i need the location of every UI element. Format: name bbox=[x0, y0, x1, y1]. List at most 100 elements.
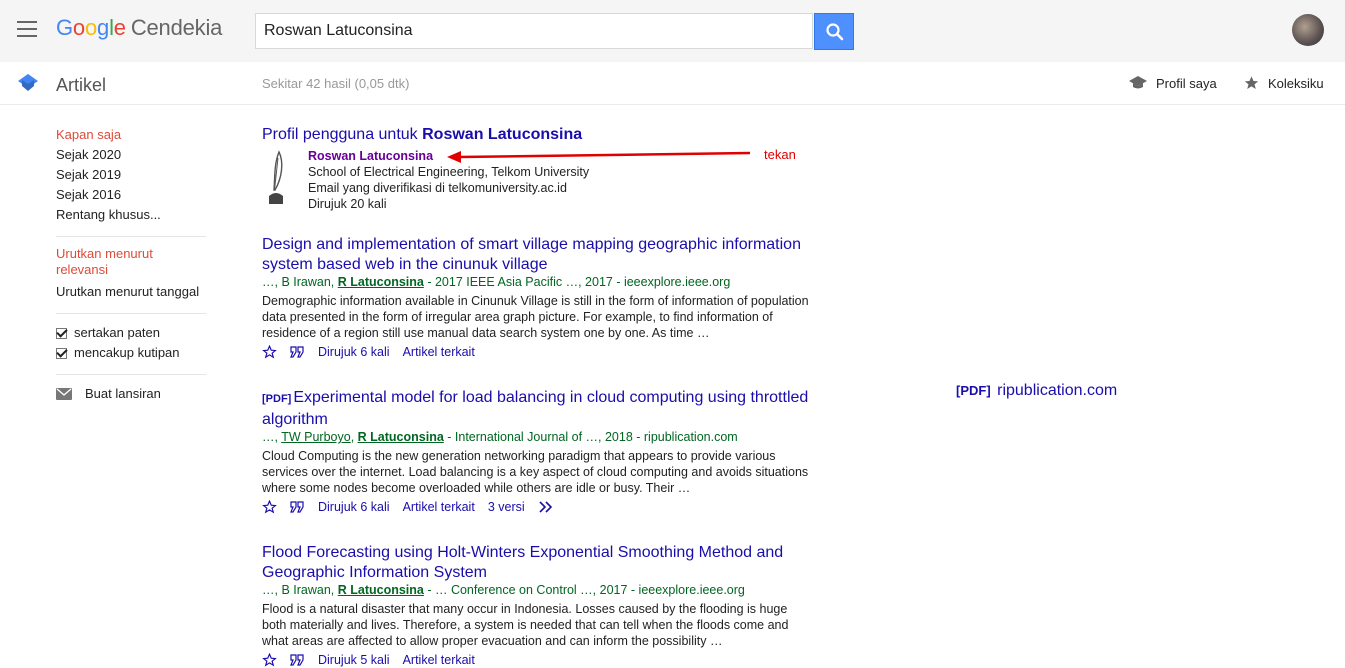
user-profiles-heading[interactable]: Profil pengguna untuk Roswan Latuconsina bbox=[262, 125, 852, 145]
result-snippet: Cloud Computing is the new generation ne… bbox=[262, 449, 809, 495]
include-citations-checkbox[interactable]: mencakup kutipan bbox=[56, 343, 206, 363]
my-profile-link[interactable]: Profil saya bbox=[1128, 75, 1217, 91]
related-articles-link[interactable]: Artikel terkait bbox=[403, 499, 475, 515]
checkbox-checked[interactable] bbox=[56, 347, 67, 359]
result-meta: …, TW Purboyo, R Latuconsina - Internati… bbox=[262, 430, 852, 445]
result-meta: …, B Irawan, R Latuconsina - … Conferenc… bbox=[262, 583, 852, 598]
filter-since-2020[interactable]: Sejak 2020 bbox=[56, 145, 206, 165]
save-button[interactable] bbox=[262, 345, 277, 359]
create-alert-label: Buat lansiran bbox=[85, 386, 161, 401]
meta-suffix: - … Conference on Control …, 2017 - ieee… bbox=[423, 583, 745, 597]
annotation-arrow bbox=[447, 151, 751, 163]
author-link[interactable]: R Latuconsina bbox=[358, 430, 444, 444]
result-title-line: Experimental model for load balancing in… bbox=[293, 389, 809, 406]
scholar-cap-icon bbox=[18, 74, 38, 91]
result-item: Flood Forecasting using Holt-Winters Exp… bbox=[262, 543, 852, 668]
graduation-cap-icon bbox=[1129, 76, 1147, 89]
my-collection-label: Koleksiku bbox=[1268, 75, 1324, 91]
quote-icon bbox=[290, 501, 304, 513]
more-button[interactable] bbox=[538, 501, 554, 513]
pdf-tag: [PDF] bbox=[956, 383, 991, 398]
search-input[interactable] bbox=[256, 14, 812, 48]
divider bbox=[56, 374, 206, 375]
meta-suffix: - International Journal of …, 2018 - rip… bbox=[443, 430, 738, 444]
mail-icon bbox=[56, 388, 72, 400]
hamburger-icon[interactable] bbox=[17, 21, 37, 37]
pdf-domain: ripublication.com bbox=[997, 382, 1118, 399]
search-button[interactable] bbox=[814, 13, 854, 50]
include-citations-label: mencakup kutipan bbox=[74, 345, 180, 360]
results-list: Profil pengguna untuk Roswan Latuconsina… bbox=[262, 125, 852, 668]
my-profile-label: Profil saya bbox=[1156, 75, 1217, 91]
meta-prefix: …, bbox=[262, 430, 282, 444]
cited-by-link[interactable]: Dirujuk 6 kali bbox=[318, 344, 390, 360]
include-patents-checkbox[interactable]: sertakan paten bbox=[56, 323, 206, 343]
profile-cited: Dirujuk 20 kali bbox=[308, 197, 387, 211]
filter-since-2019[interactable]: Sejak 2019 bbox=[56, 165, 206, 185]
result-title-line: Flood Forecasting using Holt-Winters Exp… bbox=[262, 544, 784, 561]
pdf-tag: [PDF] bbox=[262, 393, 292, 405]
profile-email: Email yang diverifikasi di telkomunivers… bbox=[308, 181, 567, 195]
sidebar: Kapan saja Sejak 2020 Sejak 2019 Sejak 2… bbox=[56, 125, 206, 404]
cite-button[interactable] bbox=[290, 501, 305, 513]
result-title-line: Geographic Information System bbox=[262, 563, 487, 581]
annotation-label: tekan bbox=[764, 147, 796, 162]
author-link[interactable]: TW Purboyo bbox=[281, 430, 350, 444]
meta-prefix: …, B Irawan, bbox=[262, 583, 338, 597]
result-title-link[interactable]: Flood Forecasting using Holt-Winters Exp… bbox=[262, 543, 852, 582]
cite-button[interactable] bbox=[290, 346, 305, 358]
filter-since-2016[interactable]: Sejak 2016 bbox=[56, 185, 206, 205]
result-title-link[interactable]: [PDF] Experimental model for load balanci… bbox=[262, 388, 852, 429]
logo[interactable]: Google Cendekia bbox=[56, 15, 222, 41]
logo-product: Cendekia bbox=[130, 15, 223, 40]
author-link[interactable]: R Latuconsina bbox=[338, 275, 424, 289]
create-alert-button[interactable]: Buat lansiran bbox=[56, 384, 206, 404]
result-title-link[interactable]: Design and implementation of smart villa… bbox=[262, 235, 852, 274]
star-outline-icon bbox=[262, 345, 277, 359]
user-profiles-prefix: Profil pengguna untuk bbox=[262, 126, 423, 143]
checkbox-checked[interactable] bbox=[56, 327, 67, 339]
sort-relevance[interactable]: Urutkan menurut relevansi bbox=[56, 246, 156, 278]
star-icon bbox=[1244, 76, 1259, 89]
meta-prefix: …, B Irawan, bbox=[262, 275, 338, 289]
search-icon bbox=[826, 23, 844, 41]
save-button[interactable] bbox=[262, 500, 277, 514]
filter-custom-range[interactable]: Rentang khusus... bbox=[56, 205, 206, 225]
double-chevron-icon bbox=[539, 501, 552, 513]
section-label[interactable]: Artikel bbox=[56, 75, 106, 96]
versions-link[interactable]: 3 versi bbox=[488, 499, 525, 515]
quote-icon bbox=[290, 346, 304, 358]
result-title-line: algorithm bbox=[262, 410, 328, 428]
my-collection-link[interactable]: Koleksiku bbox=[1243, 75, 1324, 91]
result-snippet: Demographic information available in Cin… bbox=[262, 294, 809, 340]
author-link[interactable]: R Latuconsina bbox=[338, 583, 424, 597]
result-title-line: system based web in the cinunuk village bbox=[262, 255, 548, 273]
logo-google: Google bbox=[56, 15, 126, 40]
top-header: Google Cendekia bbox=[0, 0, 1345, 62]
quote-icon bbox=[290, 654, 304, 666]
meta-separator: , bbox=[350, 430, 358, 444]
avatar[interactable] bbox=[1292, 14, 1324, 46]
meta-suffix: - 2017 IEEE Asia Pacific …, 2017 - ieeex… bbox=[423, 275, 731, 289]
user-profiles-query: Roswan Latuconsina bbox=[422, 126, 583, 143]
filter-any-time[interactable]: Kapan saja bbox=[56, 125, 206, 145]
result-snippet: Flood is a natural disaster that many oc… bbox=[262, 602, 789, 648]
include-patents-label: sertakan paten bbox=[74, 325, 161, 340]
related-articles-link[interactable]: Artikel terkait bbox=[403, 652, 475, 668]
result-meta: …, B Irawan, R Latuconsina - 2017 IEEE A… bbox=[262, 275, 852, 290]
result-title-line: Design and implementation of smart villa… bbox=[262, 236, 801, 253]
star-outline-icon bbox=[262, 500, 277, 514]
cite-button[interactable] bbox=[290, 654, 305, 666]
result-actions: Dirujuk 5 kali Artikel terkait bbox=[262, 652, 852, 668]
side-pdf-link[interactable]: [PDF] ripublication.com bbox=[956, 382, 1117, 400]
result-actions: Dirujuk 6 kali Artikel terkait bbox=[262, 344, 852, 360]
cited-by-link[interactable]: Dirujuk 5 kali bbox=[318, 652, 390, 668]
result-item: [PDF] Experimental model for load balanci… bbox=[262, 388, 852, 515]
sub-header: Artikel Sekitar 42 hasil (0,05 dtk) Prof… bbox=[0, 62, 1345, 105]
divider bbox=[56, 313, 206, 314]
sort-date[interactable]: Urutkan menurut tanggal bbox=[56, 282, 206, 302]
related-articles-link[interactable]: Artikel terkait bbox=[403, 344, 475, 360]
result-count: Sekitar 42 hasil (0,05 dtk) bbox=[262, 76, 410, 91]
cited-by-link[interactable]: Dirujuk 6 kali bbox=[318, 499, 390, 515]
divider bbox=[56, 236, 206, 237]
